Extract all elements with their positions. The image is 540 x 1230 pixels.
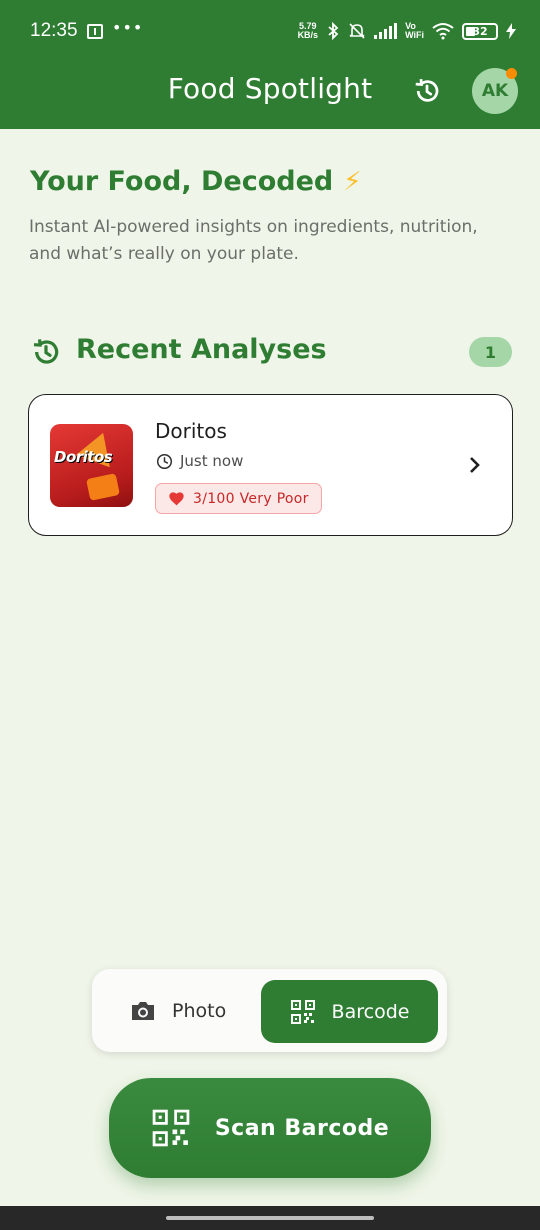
recent-count-badge: 1 (469, 337, 512, 367)
scan-barcode-label: Scan Barcode (214, 1115, 390, 1141)
analysis-time: Just now (156, 452, 243, 470)
qr-code-icon (290, 999, 315, 1024)
history-icon (33, 339, 59, 364)
scan-barcode-button[interactable]: Scan Barcode (109, 1078, 431, 1178)
network-speed: 5.79 KB/s (298, 22, 319, 40)
barcode-mode-button[interactable]: Barcode (261, 980, 438, 1043)
product-thumbnail: Doritos (50, 424, 133, 507)
app-bar: Food Spotlight AK (0, 62, 540, 129)
status-icons: 5.79 KB/s Vo WiFi 32 (298, 20, 516, 42)
camera-icon (132, 1002, 154, 1020)
network-speed-unit: KB/s (297, 30, 319, 40)
health-score-text: 3/100 Very Poor (193, 490, 309, 507)
heart-icon (169, 492, 184, 506)
analysis-time-text: Just now (180, 452, 244, 470)
analysis-card[interactable]: Doritos Doritos Just now 3/100 Very Poor (28, 394, 513, 536)
recent-analyses-header: Recent Analyses 1 (30, 332, 512, 372)
bluetooth-icon (328, 22, 339, 40)
app-title: Food Spotlight (167, 72, 373, 105)
hero-title-text: Your Food, Decoded (30, 166, 334, 197)
qr-code-icon (152, 1109, 190, 1147)
battery-level: 32 (472, 24, 488, 38)
vowifi-bottom: WiFi (405, 30, 424, 40)
signal-icon (374, 23, 398, 39)
barcode-mode-label: Barcode (331, 1000, 410, 1023)
hero-title: Your Food, Decoded ⚡ (30, 166, 362, 197)
photo-mode-button[interactable]: Photo (130, 991, 226, 1031)
product-name: Doritos (155, 419, 227, 443)
avatar[interactable]: AK (472, 68, 518, 114)
sim-icon (87, 24, 103, 39)
hero-subtitle: Instant AI-powered insights on ingredien… (29, 217, 478, 264)
thumbnail-logo-text: Doritos (54, 448, 113, 466)
mute-icon (349, 23, 365, 39)
charging-icon (506, 23, 516, 39)
status-bar: 12:35 ••• 5.79 KB/s Vo WiFi 32 (0, 0, 540, 62)
notification-dot (506, 68, 517, 79)
vowifi-indicator: Vo WiFi (405, 22, 424, 40)
system-navigation-bar (0, 1206, 540, 1230)
status-time: 12:35 (30, 20, 78, 41)
lightning-icon: ⚡ (343, 166, 362, 197)
wifi-icon (432, 23, 454, 40)
photo-mode-label: Photo (172, 1000, 227, 1022)
recent-analyses-title: Recent Analyses (76, 334, 327, 365)
avatar-initials: AK (481, 81, 509, 101)
battery-icon: 32 (462, 22, 498, 40)
history-icon (415, 79, 439, 102)
chevron-right-icon[interactable] (465, 453, 485, 477)
clock-icon (156, 453, 173, 469)
scan-mode-toggle: Photo Barcode (92, 969, 447, 1052)
health-score-badge: 3/100 Very Poor (155, 483, 322, 514)
history-button[interactable] (410, 74, 444, 108)
gesture-handle[interactable] (166, 1216, 374, 1220)
more-notifications-icon: ••• (112, 18, 144, 37)
